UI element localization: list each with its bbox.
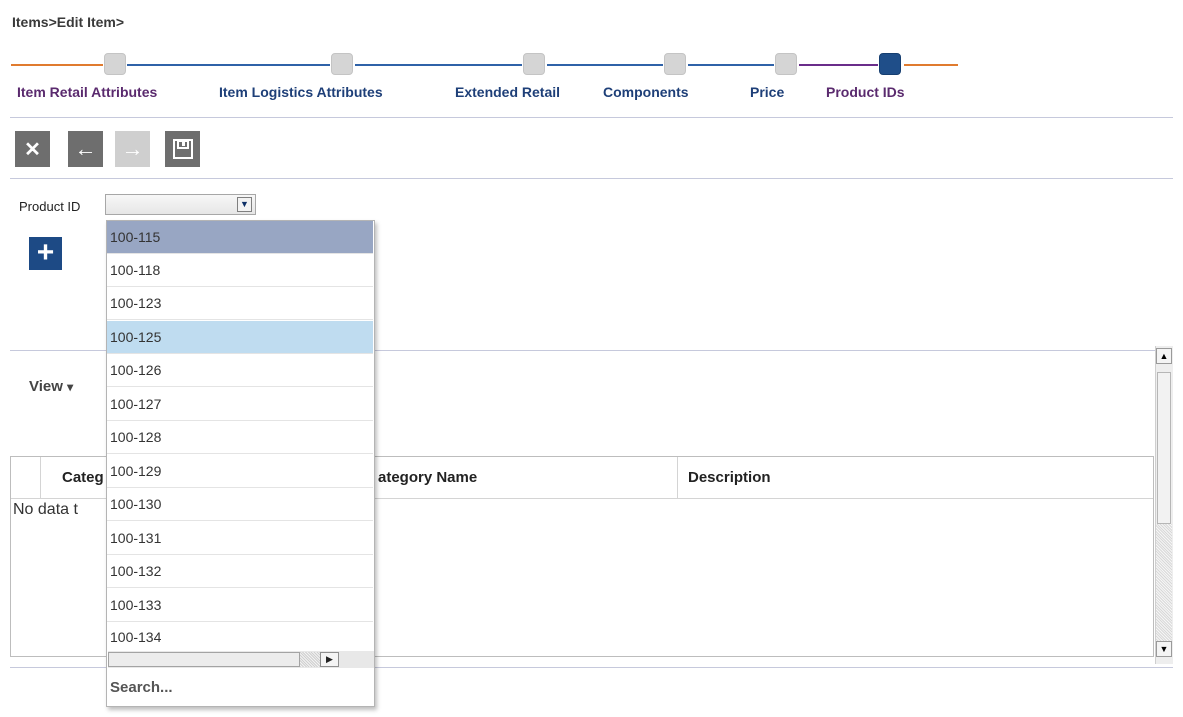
back-button[interactable]: ← [68, 131, 103, 167]
train-line-segment [127, 64, 330, 66]
train-line-segment [688, 64, 774, 66]
divider [10, 117, 1173, 118]
dropdown-option[interactable]: 100-134 [107, 622, 373, 652]
dropdown-option[interactable]: 100-129 [107, 455, 373, 488]
dropdown-option[interactable]: 100-130 [107, 488, 373, 521]
train-line-segment [904, 64, 958, 66]
chevron-down-icon[interactable]: ▼ [237, 197, 252, 212]
vertical-scrollbar[interactable]: ▲ ▼ [1155, 346, 1173, 664]
train-label-extended-retail[interactable]: Extended Retail [455, 84, 560, 100]
scroll-track[interactable] [300, 652, 320, 667]
empty-table-message: No data t [13, 501, 78, 518]
dropdown-option[interactable]: 100-115 [107, 221, 373, 254]
view-menu[interactable]: View ▾ [29, 378, 73, 395]
dropdown-search-link[interactable]: Search... [110, 679, 173, 696]
train-label-components[interactable]: Components [603, 84, 689, 100]
dropdown-option[interactable]: 100-123 [107, 287, 373, 320]
train-stop-product-ids[interactable] [879, 53, 901, 75]
product-id-dropdown: 100-115 100-118 100-123 100-125 100-126 … [106, 220, 375, 707]
dropdown-option[interactable]: 100-125 [107, 321, 373, 354]
column-divider [40, 457, 41, 498]
arrow-right-icon: → [121, 136, 144, 161]
save-button[interactable] [165, 131, 200, 167]
dropdown-option[interactable]: 100-131 [107, 522, 373, 555]
arrow-left-icon: ← [74, 136, 97, 161]
train-line-segment [547, 64, 663, 66]
divider [10, 178, 1173, 179]
view-menu-label: View [29, 378, 63, 395]
train-stop-item-retail-attributes[interactable] [104, 53, 126, 75]
dropdown-option[interactable]: 100-133 [107, 589, 373, 622]
train-stop-components[interactable] [664, 53, 686, 75]
scroll-down-button[interactable]: ▼ [1156, 641, 1172, 657]
train-label-item-retail-attributes[interactable]: Item Retail Attributes [17, 84, 157, 100]
dropdown-horizontal-scrollbar[interactable]: ▶ [108, 651, 374, 668]
dropdown-option[interactable]: 100-126 [107, 354, 373, 387]
column-divider [677, 457, 678, 498]
train-label-price[interactable]: Price [750, 84, 784, 100]
breadcrumb-separator: > [48, 14, 57, 30]
scroll-track[interactable] [1156, 524, 1172, 648]
breadcrumb: Items>Edit Item> [12, 14, 124, 30]
column-header-category-name[interactable]: ategory Name [378, 457, 477, 498]
dropdown-option[interactable]: 100-132 [107, 555, 373, 588]
train-label-product-ids[interactable]: Product IDs [826, 84, 905, 100]
train-stop-price[interactable] [775, 53, 797, 75]
breadcrumb-items-link[interactable]: Items [12, 14, 49, 30]
scroll-up-button[interactable]: ▲ [1156, 348, 1172, 364]
plus-icon: + [36, 236, 55, 269]
breadcrumb-separator: > [115, 14, 125, 30]
scroll-right-button[interactable]: ▶ [320, 652, 339, 667]
train-line-segment [11, 64, 103, 66]
train-stop-item-logistics-attributes[interactable] [331, 53, 353, 75]
train-stop-extended-retail[interactable] [523, 53, 545, 75]
cancel-button[interactable]: ✕ [15, 131, 50, 167]
product-id-select[interactable]: ▼ [105, 194, 256, 215]
dropdown-option[interactable]: 100-128 [107, 421, 373, 454]
product-id-label: Product ID [19, 199, 81, 214]
scroll-thumb[interactable] [1157, 372, 1171, 524]
close-icon: ✕ [24, 138, 41, 161]
train-line-segment [799, 64, 878, 66]
breadcrumb-edit-item-link[interactable]: Edit Item [57, 14, 116, 30]
scroll-thumb[interactable] [108, 652, 300, 667]
add-button[interactable]: + [29, 237, 62, 270]
column-header-description[interactable]: Description [688, 457, 771, 498]
train-label-item-logistics-attributes[interactable]: Item Logistics Attributes [219, 84, 383, 100]
caret-down-icon: ▾ [67, 380, 74, 394]
column-header-category[interactable]: Categ [62, 457, 104, 498]
dropdown-option[interactable]: 100-127 [107, 388, 373, 421]
next-button[interactable]: → [115, 131, 150, 167]
dropdown-option[interactable]: 100-118 [107, 254, 373, 287]
train-line-segment [355, 64, 522, 66]
save-icon [165, 131, 200, 167]
